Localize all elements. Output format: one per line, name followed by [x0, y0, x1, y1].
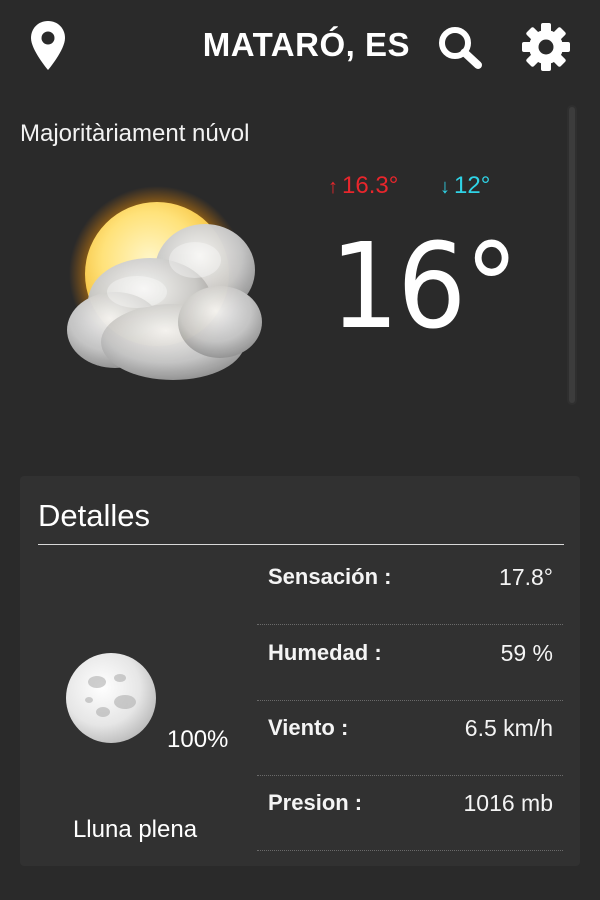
scrollbar-thumb[interactable]	[569, 107, 575, 403]
pressure-label: Presion :	[268, 790, 363, 815]
moon-phase: Lluna plena	[72, 816, 198, 843]
pressure-value: 1016 mb	[463, 790, 553, 816]
mostly-cloudy-icon	[55, 182, 270, 392]
feels-like-label: Sensación :	[268, 564, 392, 589]
weather-app: MATARÓ, ES Majoritàriament núvol ↑ 16.3°…	[0, 0, 600, 900]
details-title: Detalles	[38, 498, 150, 533]
wind-label: Viento :	[268, 715, 349, 740]
up-arrow-icon: ↑	[328, 176, 338, 198]
wind-value: 6.5 km/h	[464, 715, 553, 741]
gear-icon	[522, 23, 570, 71]
high-temperature: ↑ 16.3°	[328, 172, 398, 200]
location-button[interactable]	[27, 20, 69, 72]
details-card: Detalles 100% Lluna plena Sensación: 17…	[20, 476, 580, 866]
humidity-value: 59 %	[500, 640, 553, 666]
detail-row-wind: Viento : 6.5 km/h	[257, 701, 563, 776]
feels-like-value: 17.8°	[499, 564, 553, 590]
detail-row-pressure: Presion : 1016 mb	[257, 776, 563, 851]
current-temperature: 16°	[330, 217, 519, 355]
current-panel-scrollbar[interactable]	[567, 105, 577, 405]
moon-illumination: 100%	[167, 726, 229, 753]
settings-button[interactable]	[518, 20, 574, 74]
city-name: MATARÓ, ES	[202, 26, 410, 63]
header-bar: MATARÓ, ES	[0, 0, 600, 92]
down-arrow-icon: ↓	[440, 176, 450, 198]
search-button[interactable]	[434, 22, 486, 72]
humidity-label: Humedad :	[268, 640, 382, 665]
detail-row-humidity: Humedad : 59 %	[257, 626, 563, 701]
high-temperature-value: 16.3°	[342, 172, 399, 199]
full-moon-icon	[65, 652, 157, 744]
detail-row-feels-like: Sensación : 17.8°	[257, 550, 563, 625]
low-temperature: ↓ 12°	[440, 172, 490, 200]
details-divider	[38, 544, 564, 545]
search-icon	[439, 27, 482, 69]
condition-text: Majoritàriament núvol	[20, 120, 250, 147]
low-temperature-value: 12°	[454, 172, 491, 199]
location-pin-icon	[31, 21, 65, 70]
